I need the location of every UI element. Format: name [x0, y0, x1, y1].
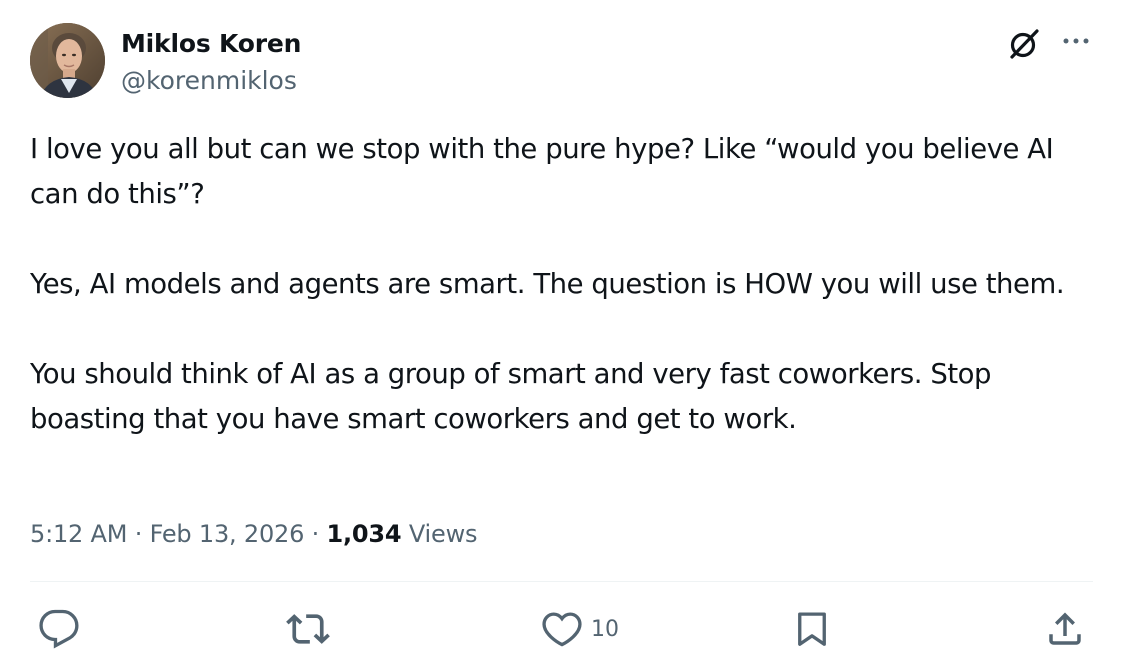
avatar-photo: [30, 23, 105, 98]
more-options-button[interactable]: [1058, 26, 1094, 56]
views-count[interactable]: 1,034: [326, 520, 401, 548]
bookmark-icon: [798, 612, 826, 646]
like-count: 10: [591, 616, 619, 642]
share-icon: [1049, 612, 1081, 645]
heart-icon: [542, 612, 582, 647]
tweet-time[interactable]: 5:12 AM: [30, 520, 127, 548]
reply-button[interactable]: [38, 607, 80, 651]
tweet-metadata: 5:12 AM · Feb 13, 2026 · 1,034 Views: [30, 516, 478, 552]
grok-icon: [1010, 29, 1039, 59]
tweet-text: I love you all but can we stop with the …: [30, 127, 1090, 442]
retweet-button[interactable]: [286, 607, 330, 651]
share-button[interactable]: [1044, 607, 1086, 651]
meta-separator: ·: [134, 520, 143, 548]
tweet-date[interactable]: Feb 13, 2026: [150, 520, 305, 548]
meta-separator: ·: [311, 520, 320, 548]
more-options-icon: [1063, 38, 1089, 44]
retweet-icon: [286, 614, 330, 644]
like-button[interactable]: 10: [541, 607, 619, 651]
tweet-paragraph: You should think of AI as a group of sma…: [30, 358, 992, 435]
views-label: Views: [408, 520, 478, 548]
avatar[interactable]: [30, 23, 105, 98]
tweet-paragraph: Yes, AI models and agents are smart. The…: [30, 268, 1065, 300]
grok-button[interactable]: [1006, 24, 1044, 62]
author-handle[interactable]: @korenmiklos: [121, 65, 297, 97]
divider: [30, 581, 1093, 582]
author-display-name[interactable]: Miklos Koren: [121, 28, 301, 60]
bookmark-button[interactable]: [791, 607, 833, 651]
tweet-paragraph: I love you all but can we stop with the …: [30, 133, 1054, 210]
reply-icon: [39, 609, 79, 649]
